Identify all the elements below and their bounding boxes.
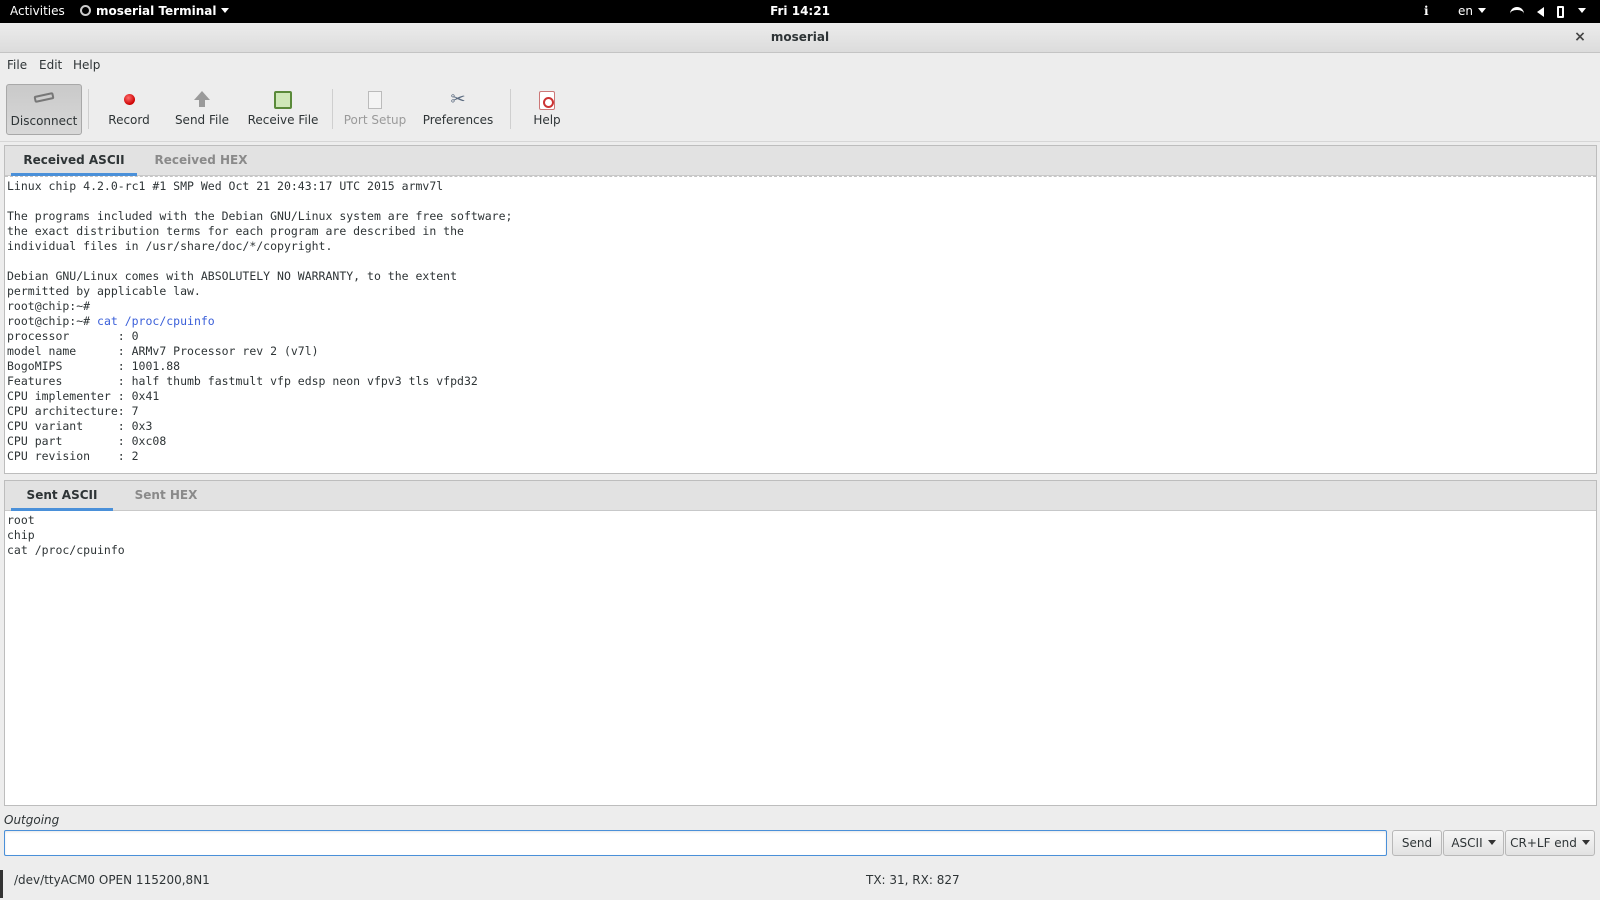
preferences-label: Preferences — [422, 113, 494, 127]
send-button[interactable]: Send — [1392, 830, 1442, 856]
line-end-select[interactable]: CR+LF end — [1505, 830, 1595, 856]
record-button[interactable]: Record — [96, 84, 162, 135]
wifi-icon — [1510, 6, 1524, 17]
help-icon — [539, 91, 555, 110]
chevron-down-icon — [1581, 840, 1590, 845]
window-title: moserial — [770, 30, 830, 44]
info-icon[interactable]: i — [1424, 0, 1429, 23]
help-label: Help — [533, 113, 561, 127]
port-setup-button[interactable]: Port Setup — [340, 84, 410, 135]
battery-icon — [1557, 5, 1565, 18]
language-label: en — [1458, 4, 1473, 18]
received-prompt: root@chip:~# — [7, 314, 98, 328]
tools-icon: ✂ — [450, 89, 466, 110]
chevron-down-icon — [1487, 840, 1496, 845]
received-text[interactable]: Linux chip 4.2.0-rc1 #1 SMP Wed Oct 21 2… — [5, 176, 1596, 473]
system-tray[interactable] — [1510, 0, 1586, 23]
upload-icon — [194, 91, 210, 100]
connection-status: /dev/ttyACM0 OPEN 115200,8N1 — [14, 873, 210, 887]
send-file-label: Send File — [174, 113, 230, 127]
toolbar: Disconnect Record Send File Receive File… — [0, 77, 1600, 142]
document-settings-icon — [368, 91, 382, 109]
top-bar: Activities moserial Terminal Fri 14:21 i… — [0, 0, 1600, 23]
sent-text[interactable]: root chip cat /proc/cpuinfo — [5, 511, 1596, 805]
received-lines-before: Linux chip 4.2.0-rc1 #1 SMP Wed Oct 21 2… — [7, 179, 513, 313]
received-panel: Received ASCII Received HEX Linux chip 4… — [4, 145, 1597, 474]
toolbar-separator — [510, 89, 511, 129]
line-end-select-value: CR+LF end — [1510, 836, 1577, 850]
menu-help[interactable]: Help — [73, 53, 100, 77]
sent-lines: root chip cat /proc/cpuinfo — [7, 513, 125, 557]
disconnect-label: Disconnect — [10, 114, 78, 128]
close-button[interactable]: × — [1572, 29, 1588, 45]
language-menu[interactable]: en — [1458, 0, 1486, 23]
received-tabs: Received ASCII Received HEX — [5, 146, 1596, 176]
volume-icon — [1537, 6, 1545, 17]
tab-received-hex[interactable]: Received HEX — [145, 146, 257, 176]
record-label: Record — [108, 113, 150, 127]
receive-file-label: Receive File — [247, 113, 319, 127]
mode-select[interactable]: ASCII — [1443, 830, 1504, 856]
tx-rx-counts: TX: 31, RX: 827 — [866, 873, 960, 887]
sent-tabs: Sent ASCII Sent HEX — [5, 481, 1596, 511]
received-command: cat /proc/cpuinfo — [97, 314, 215, 328]
received-lines-after: processor : 0 model name : ARMv7 Process… — [7, 329, 478, 463]
disconnect-button[interactable]: Disconnect — [6, 84, 82, 135]
tab-received-ascii[interactable]: Received ASCII — [11, 146, 137, 176]
clock[interactable]: Fri 14:21 — [0, 0, 1600, 23]
upload-icon-stem — [199, 100, 205, 107]
toolbar-separator — [88, 89, 89, 129]
outgoing-input[interactable] — [4, 830, 1387, 856]
port-setup-label: Port Setup — [343, 113, 407, 127]
status-bar: /dev/ttyACM0 OPEN 115200,8N1 TX: 31, RX:… — [0, 866, 1600, 900]
status-grip — [0, 870, 3, 898]
menu-bar: File Edit Help — [0, 53, 1600, 77]
menu-file[interactable]: File — [7, 53, 27, 77]
outgoing-label: Outgoing — [4, 813, 60, 827]
sent-panel: Sent ASCII Sent HEX root chip cat /proc/… — [4, 480, 1597, 806]
toolbar-separator — [332, 89, 333, 129]
receive-file-button[interactable]: Receive File — [243, 84, 323, 135]
chevron-down-icon — [1577, 8, 1586, 13]
record-icon — [124, 94, 135, 105]
download-icon — [274, 91, 292, 109]
tab-sent-ascii[interactable]: Sent ASCII — [11, 481, 113, 511]
chevron-down-icon — [1478, 8, 1486, 13]
window-titlebar: moserial × — [0, 23, 1600, 53]
tab-sent-hex[interactable]: Sent HEX — [121, 481, 211, 511]
mode-select-value: ASCII — [1451, 836, 1483, 850]
menu-edit[interactable]: Edit — [39, 53, 62, 77]
preferences-button[interactable]: ✂ Preferences — [418, 84, 498, 135]
send-file-button[interactable]: Send File — [168, 84, 236, 135]
plug-icon — [33, 91, 55, 104]
help-button[interactable]: Help — [520, 84, 574, 135]
